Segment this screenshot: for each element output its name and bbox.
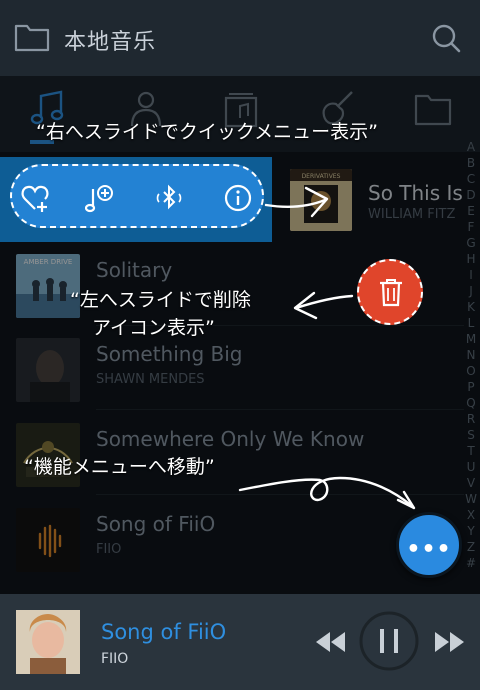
annotation-arrows [238,186,416,510]
arrow-right [264,198,327,209]
now-playing-artwork [16,610,80,674]
now-playing-bar[interactable]: Song of FiiO FIIO [0,594,480,690]
now-playing-artist: FIIO [101,651,129,667]
pause-button[interactable] [358,610,420,672]
previous-icon[interactable] [312,628,348,656]
arrow-curly [238,476,414,508]
now-playing-title: Song of FiiO [101,620,227,644]
next-icon[interactable] [432,628,468,656]
